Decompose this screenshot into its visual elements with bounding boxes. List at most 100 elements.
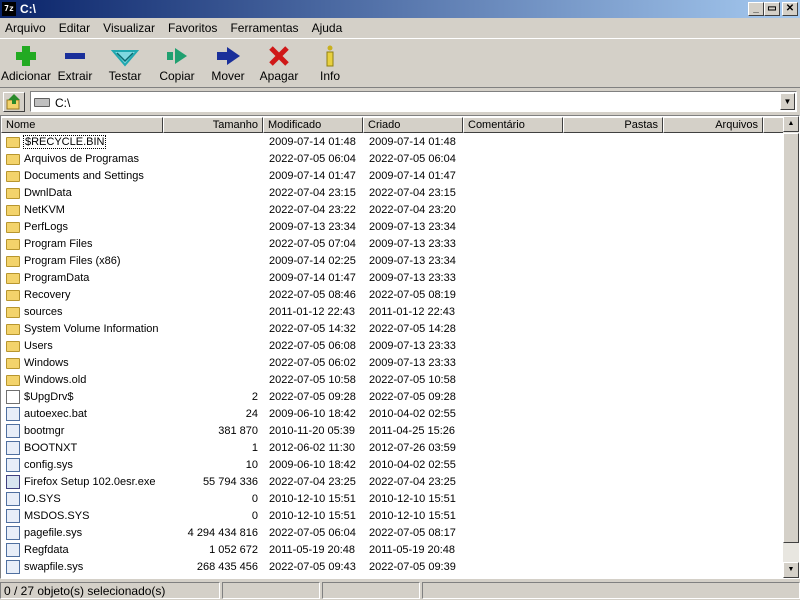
file-size: 1 052 672 [209,544,258,556]
file-created: 2009-07-13 23:34 [369,221,456,233]
file-row[interactable]: sources 2011-01-12 22:43 2011-01-12 22:43 [1,304,784,321]
file-row[interactable]: MSDOS.SYS 0 2010-12-10 15:51 2010-12-10 15:… [1,508,784,525]
menu-ferramentas[interactable]: Ferramentas [225,18,303,35]
file-list[interactable]: Nome Tamanho Modificado Criado Comentári… [0,115,800,579]
maximize-button[interactable]: ▭ [764,2,780,16]
file-created: 2009-07-13 23:33 [369,238,456,250]
file-row[interactable]: IO.SYS 0 2010-12-10 15:51 2010-12-10 15:51 [1,491,784,508]
file-row[interactable]: BOOTNXT 1 2012-06-02 11:30 2012-07-26 03:59 [1,440,784,457]
file-modified: 2010-11-20 05:39 [269,425,356,437]
file-row[interactable]: Windows 2022-07-05 06:02 2009-07-13 23:33 [1,355,784,372]
address-dropdown-button[interactable]: ▼ [780,93,795,110]
file-created: 2011-05-19 20:48 [369,544,456,556]
file-created: 2022-07-04 23:15 [369,187,456,199]
copy-button-label: Copiar [159,69,195,83]
scroll-down-button[interactable]: ▼ [783,562,799,578]
folder-icon [6,154,20,165]
file-row[interactable]: Windows.old 2022-07-05 10:58 2022-07-05 10… [1,372,784,389]
file-modified: 2009-07-14 01:48 [269,136,356,148]
file-row[interactable]: Recovery 2022-07-05 08:46 2022-07-05 08:19 [1,287,784,304]
file-created: 2011-04-25 15:26 [369,425,456,437]
menu-favoritos[interactable]: Favoritos [163,18,222,35]
address-input[interactable]: C:\ ▼ [30,91,797,112]
column-header-folders[interactable]: Pastas [563,117,663,133]
toolbar: Adicionar Extrair Testar Copiar Mover Ap… [0,38,800,88]
file-row[interactable]: Documents and Settings 2009-07-14 01:47 20… [1,168,784,185]
close-button[interactable]: ✕ [782,2,798,16]
file-row[interactable]: config.sys 10 2009-06-10 18:42 2010-04-02 0… [1,457,784,474]
window-title: C:\ [20,2,36,16]
file-created: 2022-07-05 10:58 [369,374,456,386]
file-row[interactable]: pagefile.sys 4 294 434 816 2022-07-05 06:0… [1,525,784,542]
move-button[interactable]: Mover [202,43,254,87]
copy-button[interactable]: Copiar [151,43,203,87]
column-header-modified[interactable]: Modificado [263,117,363,133]
file-row[interactable]: NetKVM 2022-07-04 23:22 2022-07-04 23:20 [1,202,784,219]
menu-editar[interactable]: Editar [54,18,95,35]
file-row[interactable]: $RECYCLE.BIN 2009-07-14 01:48 2009-07-14 0… [1,134,784,151]
column-header-size[interactable]: Tamanho [163,117,263,133]
file-modified: 2022-07-04 23:25 [269,476,356,488]
scroll-up-button[interactable]: ▲ [783,116,799,132]
file-name: Documents and Settings [24,170,144,182]
test-button[interactable]: Testar [99,43,151,87]
column-header-name[interactable]: Nome [1,117,163,133]
file-row[interactable]: bootmgr 381 870 2010-11-20 05:39 2011-04-25… [1,423,784,440]
file-row[interactable]: DwnlData 2022-07-04 23:15 2022-07-04 23:15 [1,185,784,202]
file-modified: 2022-07-05 06:04 [269,153,356,165]
file-name: Program Files (x86) [24,255,121,267]
minimize-button[interactable]: _ [748,2,764,16]
column-header-created[interactable]: Criado [363,117,463,133]
info-button-label: Info [319,69,340,83]
system-file-icon [6,441,20,455]
file-modified: 2022-07-05 06:02 [269,357,356,369]
extract-button[interactable]: Extrair [49,43,101,87]
system-file-icon [6,492,20,506]
file-row[interactable]: swapfile.sys 268 435 456 2022-07-05 09:43 2… [1,559,784,576]
file-row[interactable]: $UpgDrv$ 2 2022-07-05 09:28 2022-07-05 09:2… [1,389,784,406]
file-row[interactable]: PerfLogs 2009-07-13 23:34 2009-07-13 23:34 [1,219,784,236]
up-arrow-icon [6,94,20,110]
file-modified: 2022-07-05 10:58 [269,374,356,386]
file-row[interactable]: Arquivos de Programas 2022-07-05 06:04 202… [1,151,784,168]
file-name: Recovery [24,289,71,301]
file-modified: 2022-07-05 14:32 [269,323,356,335]
file-row[interactable]: Program Files (x86) 2009-07-14 02:25 2009-… [1,253,784,270]
file-name: Windows.old [24,374,87,386]
file-modified: 2009-07-13 23:34 [269,221,356,233]
column-header-comment[interactable]: Comentário [463,117,563,133]
file-row[interactable]: System Volume Information 2022-07-05 14:3… [1,321,784,338]
vertical-scrollbar[interactable]: ▲ ▼ [783,116,799,578]
plus-icon [0,43,52,69]
file-modified: 2022-07-05 06:08 [269,340,356,352]
title-bar[interactable]: 7z C:\ _ ▭ ✕ [0,0,800,18]
check-icon [99,43,151,69]
column-header-files[interactable]: Arquivos [663,117,763,133]
up-folder-button[interactable] [3,92,25,112]
file-row[interactable]: Program Files 2022-07-05 07:04 2009-07-13 … [1,236,784,253]
folder-icon [6,307,20,318]
test-button-label: Testar [108,69,142,83]
file-name: MSDOS.SYS [24,510,90,522]
file-created: 2010-04-02 02:55 [369,459,456,471]
file-name: ProgramData [24,272,90,284]
file-created: 2011-01-12 22:43 [369,306,456,318]
file-modified: 2009-07-14 02:25 [269,255,356,267]
file-created: 2022-07-05 08:17 [369,527,456,539]
menu-arquivo[interactable]: Arquivo [0,18,51,35]
file-row[interactable]: ProgramData 2009-07-14 01:47 2009-07-13 23… [1,270,784,287]
file-row[interactable]: Users 2022-07-05 06:08 2009-07-13 23:33 [1,338,784,355]
file-created: 2009-07-13 23:34 [369,255,456,267]
info-button[interactable]: Info [304,43,356,87]
add-button[interactable]: Adicionar [0,43,52,87]
file-row[interactable]: autoexec.bat 24 2009-06-10 18:42 2010-04-02… [1,406,784,423]
folder-icon [6,222,20,233]
minus-icon [49,43,101,69]
menu-visualizar[interactable]: Visualizar [98,18,160,35]
file-row[interactable]: Firefox Setup 102.0esr.exe 55 794 336 2022… [1,474,784,491]
file-row[interactable]: Regfdata 1 052 672 2011-05-19 20:48 2011-05… [1,542,784,559]
menu-ajuda[interactable]: Ajuda [307,18,348,35]
delete-button[interactable]: Apagar [253,43,305,87]
file-created: 2022-07-04 23:20 [369,204,456,216]
scroll-thumb[interactable] [783,133,799,543]
